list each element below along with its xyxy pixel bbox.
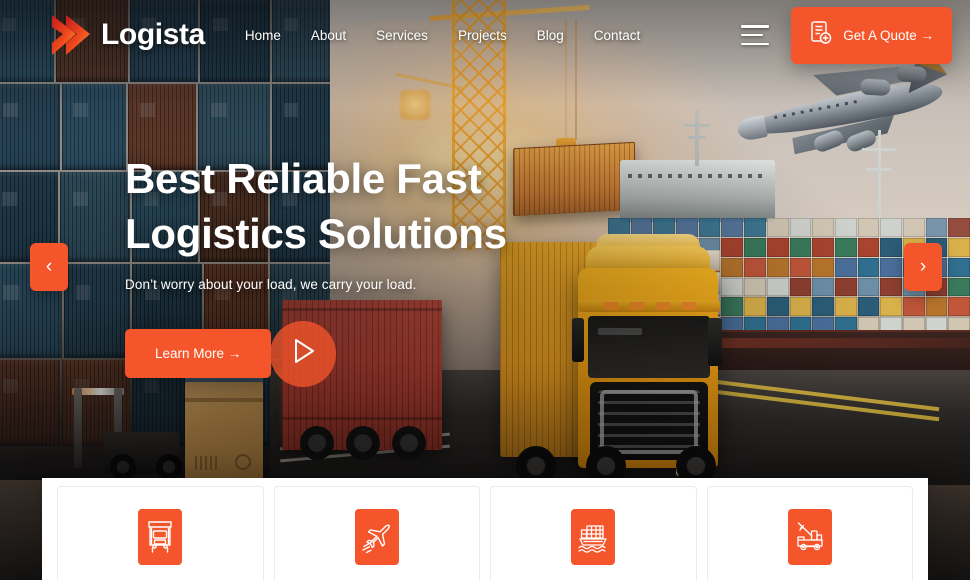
play-video-button[interactable] <box>270 320 336 387</box>
nav-item-about[interactable]: About <box>311 24 346 47</box>
logo-text: Logista <box>101 18 205 51</box>
document-add-icon <box>809 20 833 51</box>
airplane-icon <box>354 509 399 565</box>
main-navigation: Home About Services Projects Blog Contact <box>245 24 640 47</box>
double-chevron-logo-icon <box>46 12 94 58</box>
hero-title-line-2: Logistics Solutions <box>125 209 507 257</box>
hero-title-line-1: Best Reliable Fast <box>125 155 482 202</box>
play-triangle-icon <box>289 336 317 371</box>
page-root: Logista Home About Services Projects Blog Con… <box>0 0 970 580</box>
header-actions: Get A Quote → <box>741 6 952 64</box>
carousel-prev-button[interactable]: ‹ <box>30 243 68 291</box>
hero-subtitle: Don’t worry about your load, we carry yo… <box>125 277 417 293</box>
nav-item-projects[interactable]: Projects <box>458 24 507 47</box>
nav-item-contact[interactable]: Contact <box>594 24 641 47</box>
service-card[interactable] <box>57 486 264 580</box>
hero-title: Best Reliable Fast Logistics Solutions <box>125 152 507 261</box>
learn-more-button[interactable]: Learn More → <box>125 329 272 379</box>
logo[interactable]: Logista <box>46 12 205 58</box>
cargo-ship-icon <box>571 509 616 565</box>
nav-item-services[interactable]: Services <box>376 24 428 47</box>
crane-truck-icon <box>787 509 832 565</box>
nav-item-blog[interactable]: Blog <box>537 24 564 47</box>
service-card[interactable] <box>490 486 697 580</box>
services-card-strip <box>42 478 928 580</box>
hamburger-menu-icon[interactable] <box>741 25 770 45</box>
service-card[interactable] <box>706 486 913 580</box>
nav-item-home[interactable]: Home <box>245 24 281 47</box>
get-a-quote-button[interactable]: Get A Quote → <box>791 6 952 64</box>
hero-actions: Learn More → <box>125 320 507 387</box>
get-a-quote-label: Get A Quote → <box>843 27 934 43</box>
service-card[interactable] <box>273 486 480 580</box>
truck-front-icon <box>138 509 183 565</box>
site-header: Logista Home About Services Projects Blog Con… <box>0 0 970 70</box>
carousel-next-button[interactable]: › <box>904 243 942 291</box>
hero-content: Best Reliable Fast Logistics Solutions D… <box>125 152 507 387</box>
